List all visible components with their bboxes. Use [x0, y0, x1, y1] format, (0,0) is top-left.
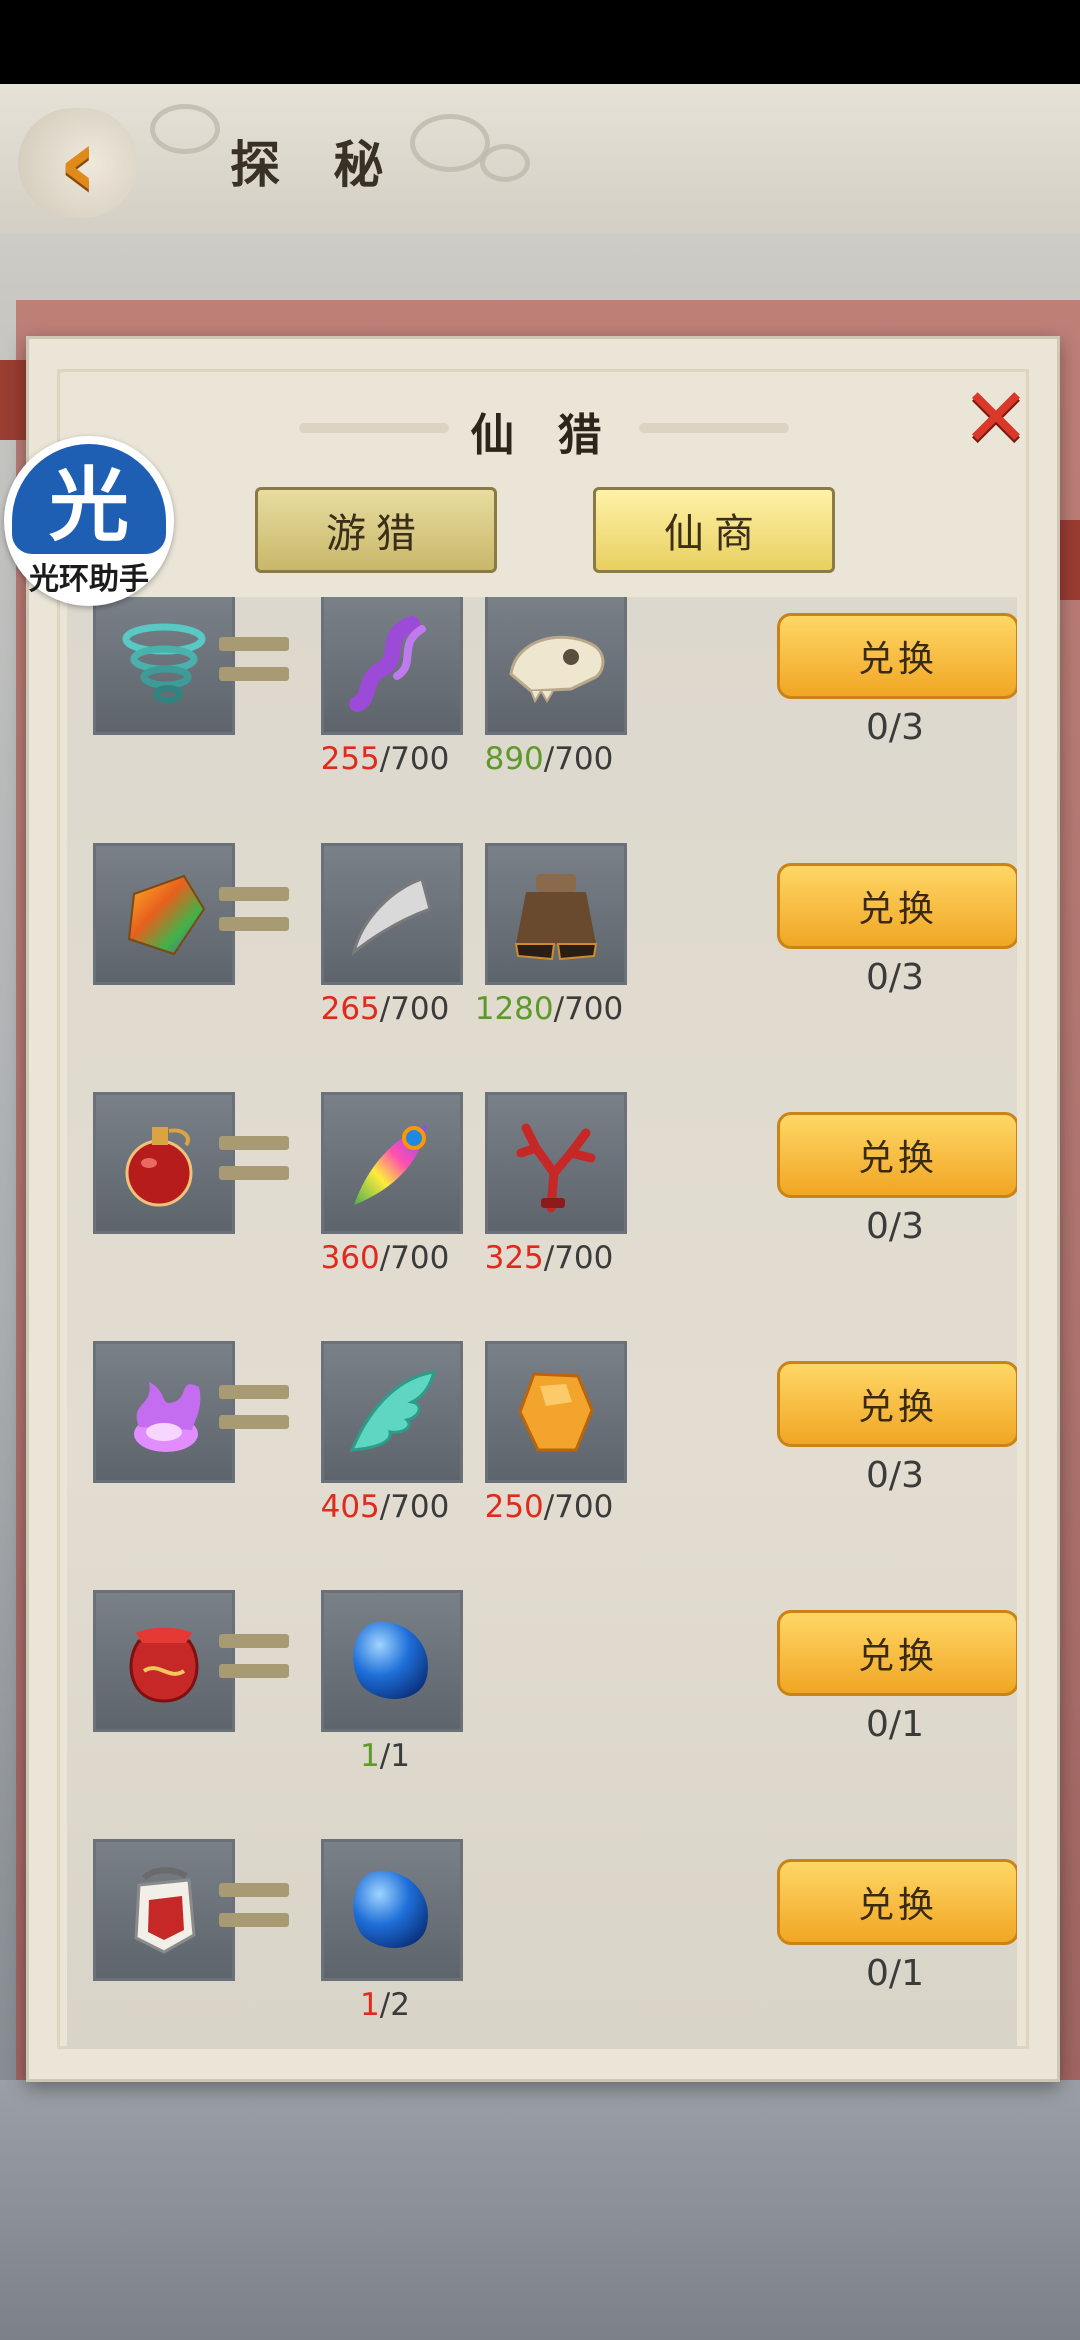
cloud-ornament — [150, 104, 220, 154]
status-bar — [0, 0, 1080, 84]
exchange-row: 1/2 兑换 0/1 — [67, 1813, 1017, 2047]
cost-item-slot[interactable] — [485, 843, 627, 985]
hoof-icon — [514, 874, 598, 961]
cost-count: 265/700 — [320, 991, 450, 1027]
exchange-button[interactable]: 兑换 — [777, 613, 1017, 699]
amber-stone-icon — [518, 1372, 594, 1452]
exchange-row: 255/700 890/700 兑换 0/3 — [67, 597, 1017, 817]
background-ground — [0, 2080, 1080, 2340]
cost-count: 405/700 — [320, 1489, 450, 1525]
result-item-slot[interactable] — [93, 843, 235, 985]
red-coral-icon — [516, 1123, 596, 1213]
cloud-ornament — [480, 144, 530, 182]
exchange-row: 360/700 325/700 兑换 0/3 — [67, 1066, 1017, 1316]
equals-sign — [219, 1634, 289, 1682]
cost-item-slot[interactable] — [321, 1092, 463, 1234]
result-item-slot[interactable] — [93, 597, 235, 735]
tab-hunt[interactable]: 游猎 — [255, 487, 497, 573]
page-title: 探 秘 — [230, 135, 402, 194]
cost-count: 890/700 — [484, 741, 614, 777]
exchange-limit: 0/1 — [866, 1953, 924, 1994]
cost-item-slot[interactable] — [485, 1341, 627, 1483]
red-pouch-icon — [129, 1627, 199, 1703]
whirlwind-icon — [122, 623, 206, 703]
exchange-row: 265/700 1280/700 兑换 0/3 — [67, 817, 1017, 1067]
cost-count: 1/2 — [360, 1987, 410, 2023]
equals-sign — [219, 1136, 289, 1184]
exchange-limit: 0/3 — [866, 707, 924, 748]
fang-icon — [351, 877, 432, 956]
cost-item-slot[interactable] — [485, 1092, 627, 1234]
cost-item-slot[interactable] — [321, 1839, 463, 1981]
purple-hair-icon — [349, 616, 426, 712]
exchange-limit: 0/3 — [866, 1455, 924, 1496]
cost-count: 250/700 — [484, 1489, 614, 1525]
blue-gem-icon — [353, 1621, 428, 1699]
exchange-button[interactable]: 兑换 — [777, 1610, 1017, 1696]
hunt-dialog: 仙 猎 ✕ 游猎 仙商 255/700 890/700 兑换 0/3 265/7… — [26, 336, 1060, 2082]
beast-skull-icon — [509, 635, 605, 704]
tab-merchant[interactable]: 仙商 — [593, 487, 835, 573]
exchange-limit: 0/3 — [866, 957, 924, 998]
result-item-slot[interactable] — [93, 1839, 235, 1981]
chevron-left-icon: ‹ — [58, 107, 98, 219]
exchange-limit: 0/1 — [866, 1704, 924, 1745]
equals-sign — [219, 1385, 289, 1433]
equals-sign — [219, 1883, 289, 1931]
exchange-limit: 0/3 — [866, 1206, 924, 1247]
badge-scroll-icon — [134, 1867, 196, 1954]
exchange-button[interactable]: 兑换 — [777, 1859, 1017, 1945]
jade-wing-icon — [349, 1370, 437, 1452]
side-ornament — [0, 360, 28, 440]
exchange-button[interactable]: 兑换 — [777, 863, 1017, 949]
red-potion-icon — [125, 1127, 193, 1207]
equals-sign — [219, 637, 289, 685]
cost-count: 1/1 — [360, 1738, 410, 1774]
cost-count: 1280/700 — [474, 991, 624, 1027]
result-item-slot[interactable] — [93, 1590, 235, 1732]
close-icon: ✕ — [961, 370, 1031, 466]
result-item-slot[interactable] — [93, 1092, 235, 1234]
helper-watermark[interactable]: 光 光环助手 — [4, 436, 174, 606]
watermark-logo: 光 — [12, 444, 166, 554]
close-button[interactable]: ✕ — [951, 370, 1041, 466]
peacock-feather-icon — [354, 1125, 427, 1205]
exchange-list[interactable]: 255/700 890/700 兑换 0/3 265/700 1280/700 … — [67, 597, 1017, 2047]
top-banner — [0, 84, 1080, 234]
cost-count: 325/700 — [484, 1240, 614, 1276]
watermark-text: 光环助手 — [29, 562, 149, 597]
equals-sign — [219, 887, 289, 935]
cost-count: 360/700 — [320, 1240, 450, 1276]
exchange-row: 1/1 兑换 0/1 — [67, 1564, 1017, 1814]
dialog-title: 仙 猎 — [470, 410, 616, 461]
exchange-button[interactable]: 兑换 — [777, 1112, 1017, 1198]
cloud-ornament — [410, 114, 490, 172]
exchange-row: 405/700 250/700 兑换 0/3 — [67, 1315, 1017, 1565]
cost-count: 255/700 — [320, 741, 450, 777]
blue-gem-icon — [353, 1870, 428, 1948]
purple-flame-icon — [134, 1382, 201, 1452]
cost-item-slot[interactable] — [321, 1590, 463, 1732]
cost-item-slot[interactable] — [485, 597, 627, 735]
back-button[interactable]: ‹ — [18, 108, 138, 218]
cost-item-slot[interactable] — [321, 597, 463, 735]
cost-item-slot[interactable] — [321, 843, 463, 985]
exchange-button[interactable]: 兑换 — [777, 1361, 1017, 1447]
rainbow-gem-icon — [127, 874, 206, 956]
cost-item-slot[interactable] — [321, 1341, 463, 1483]
result-item-slot[interactable] — [93, 1341, 235, 1483]
